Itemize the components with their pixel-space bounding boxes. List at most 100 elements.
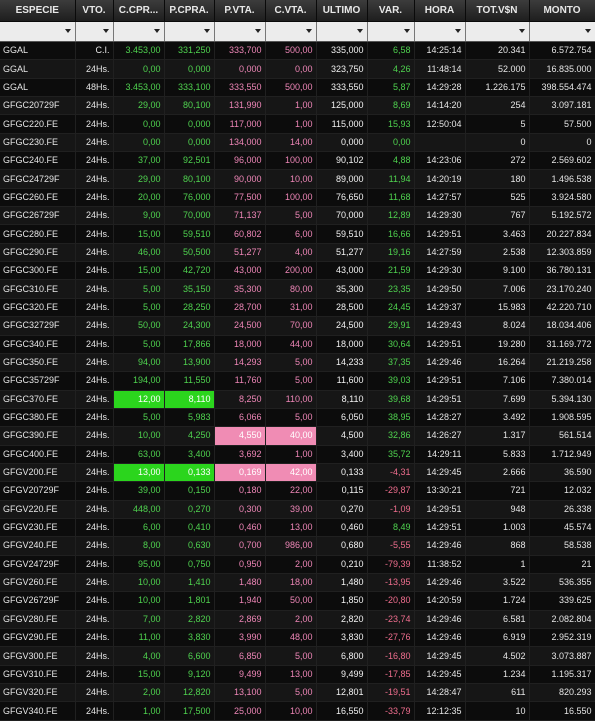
cell-cantidad-compra: 448,00 (113, 500, 165, 519)
table-row[interactable]: GGAL 48Hs. 3.453,00 333,100 333,550 500,00 333… (0, 78, 595, 98)
cell-variacion: -13,95 (367, 573, 415, 593)
cell-hora: 14:29:46 (414, 610, 466, 630)
cell-precio-compra: 9,120 (164, 665, 215, 685)
filter-cantidad-compra[interactable] (113, 21, 165, 42)
filter-vto[interactable] (75, 21, 114, 42)
filter-total-nominal[interactable] (465, 21, 530, 42)
cell-cantidad-venta: 4,00 (265, 243, 317, 263)
cell-monto: 1.496.538 (529, 169, 595, 189)
table-row[interactable]: GGAL 24Hs. 0,00 0,000 0,000 0,00 323,750 4,26 11… (0, 59, 595, 79)
cell-total-nominal: 7.006 (465, 279, 530, 299)
filter-hora[interactable] (414, 21, 466, 42)
cell-monto: 2.082.804 (529, 610, 595, 630)
cell-ultimo: 51,277 (316, 243, 368, 263)
table-row[interactable]: GFGV320.FE 24Hs. 2,00 12,820 13,100 5,00 12,80… (0, 683, 595, 703)
col-header-variacion[interactable]: VAR. (367, 0, 415, 22)
table-row[interactable]: GFGC380.FE 24Hs. 5,00 5,983 6,066 5,00 6,050 38… (0, 408, 595, 428)
cell-total-nominal: 5 (465, 114, 530, 134)
table-row[interactable]: GFGV230.FE 24Hs. 6,00 0,410 0,460 13,00 0,460 8… (0, 518, 595, 538)
filter-cantidad-venta[interactable] (265, 21, 317, 42)
table-row[interactable]: GFGV20729F 24Hs. 39,00 0,150 0,180 22,00 0,115… (0, 481, 595, 501)
col-header-total-nominal[interactable]: TOT.V$N (465, 0, 530, 22)
filter-precio-venta[interactable] (214, 21, 266, 42)
cell-especie: GFGC26729F (0, 206, 76, 226)
cell-vto: 24Hs. (75, 628, 114, 648)
table-row[interactable]: GFGC320.FE 24Hs. 5,00 28,250 28,700 31,00 28,5… (0, 298, 595, 318)
cell-cantidad-compra: 1,00 (113, 701, 165, 721)
cell-cantidad-venta: 1,00 (265, 445, 317, 464)
table-row[interactable]: GFGV24729F 24Hs. 95,00 0,750 0,950 2,00 0,210-… (0, 555, 595, 574)
cell-precio-venta: 18,000 (214, 335, 266, 354)
cell-ultimo: 89,000 (316, 169, 368, 189)
cell-precio-venta: 24,500 (214, 316, 266, 336)
table-row[interactable]: GFGC350.FE 24Hs. 94,00 13,900 14,293 5,00 14,2… (0, 353, 595, 373)
cell-precio-venta: 0,300 (214, 500, 266, 519)
filter-variacion[interactable] (367, 21, 415, 42)
table-row[interactable]: GFGC240.FE 24Hs. 37,00 92,501 96,000 100,00 90… (0, 151, 595, 171)
table-row[interactable]: GFGC26729F 24Hs. 9,00 70,000 71,137 5,00 70,00… (0, 206, 595, 226)
cell-precio-venta: 77,500 (214, 188, 266, 208)
table-row[interactable]: GFGC310.FE 24Hs. 5,00 35,150 35,300 80,00 35,3… (0, 279, 595, 299)
col-header-monto[interactable]: MONTO (529, 0, 595, 22)
col-header-hora[interactable]: HORA (414, 0, 466, 22)
table-row[interactable]: GFGC390.FE 24Hs. 10,00 4,250 4,550 40,00 4,500… (0, 426, 595, 446)
cell-hora: 14:20:19 (414, 169, 466, 189)
table-row[interactable]: GFGV290.FE 24Hs. 11,00 3,830 3,990 48,00 3,830… (0, 628, 595, 648)
table-row[interactable]: GFGC20729F 24Hs. 29,00 80,100 131,990 1,00 125… (0, 96, 595, 116)
cell-hora: 14:29:50 (414, 279, 466, 299)
table-row[interactable]: GFGC300.FE 24Hs. 15,00 42,720 43,000 200,00 43… (0, 261, 595, 281)
cell-cantidad-compra: 0,00 (113, 59, 165, 79)
cell-precio-compra: 35,150 (164, 279, 215, 299)
col-header-cantidad-compra[interactable]: C.CPR... (113, 0, 165, 22)
col-header-precio-compra[interactable]: P.CPRA. (164, 0, 215, 22)
table-row[interactable]: GFGV300.FE 24Hs. 4,00 6,600 6,850 5,00 6,800 -1… (0, 646, 595, 666)
table-row[interactable]: GFGC24729F 24Hs. 29,00 80,100 90,000 10,00 89,… (0, 169, 595, 189)
filter-especie[interactable] (0, 21, 76, 42)
table-row[interactable]: GFGV280.FE 24Hs. 7,00 2,820 2,869 2,00 2,820 -2… (0, 610, 595, 630)
cell-cantidad-venta: 18,00 (265, 573, 317, 593)
cell-total-nominal: 20.341 (465, 41, 530, 61)
table-row[interactable]: GFGV340.FE 24Hs. 1,00 17,500 25,000 10,00 16,5… (0, 701, 595, 721)
table-row[interactable]: GFGC260.FE 24Hs. 20,00 76,000 77,500 100,00 76… (0, 188, 595, 208)
cell-especie: GFGC320.FE (0, 298, 76, 318)
col-header-ultimo[interactable]: ULTIMO (316, 0, 368, 22)
table-row[interactable]: GFGV310.FE 24Hs. 15,00 9,120 9,499 13,00 9,499… (0, 665, 595, 685)
table-row[interactable]: GFGC280.FE 24Hs. 15,00 59,510 60,802 6,00 59,5… (0, 224, 595, 244)
col-header-cantidad-venta[interactable]: C.VTA. (265, 0, 317, 22)
cell-precio-compra: 4,250 (164, 426, 215, 446)
cell-vto: 24Hs. (75, 316, 114, 336)
cell-precio-venta: 333,550 (214, 78, 266, 98)
table-row[interactable]: GFGC340.FE 24Hs. 5,00 17,866 18,000 44,00 18,0… (0, 335, 595, 354)
table-row[interactable]: GFGV26729F 24Hs. 10,00 1,801 1,940 50,00 1,850… (0, 591, 595, 611)
cell-vto: 24Hs. (75, 463, 114, 483)
table-row[interactable]: GFGV260.FE 24Hs. 10,00 1,410 1,480 18,00 1,480… (0, 573, 595, 593)
cell-monto: 0 (529, 133, 595, 153)
table-row[interactable]: GFGC290.FE 24Hs. 46,00 50,500 51,277 4,00 51,2… (0, 243, 595, 263)
table-row[interactable]: GFGC220.FE 24Hs. 0,00 0,000 117,000 1,00 115,0… (0, 114, 595, 134)
table-row[interactable]: GFGV240.FE 24Hs. 8,00 0,630 0,700 986,00 0,680… (0, 536, 595, 556)
cell-cantidad-compra: 9,00 (113, 206, 165, 226)
col-header-especie[interactable]: ESPECIE (0, 0, 76, 22)
table-row[interactable]: GFGC400.FE 24Hs. 63,00 3,400 3,692 1,00 3,400 3… (0, 445, 595, 464)
col-header-precio-venta[interactable]: P.VTA. (214, 0, 266, 22)
table-row[interactable]: GFGC230.FE 24Hs. 0,00 0,000 134,000 14,00 0,00… (0, 133, 595, 153)
cell-hora: 11:38:52 (414, 555, 466, 574)
table-row[interactable]: GFGV220.FE 24Hs. 448,00 0,270 0,300 39,00 0,27… (0, 500, 595, 519)
filter-row (0, 21, 595, 42)
filter-precio-compra[interactable] (164, 21, 215, 42)
cell-vto: 24Hs. (75, 610, 114, 630)
filter-monto[interactable] (529, 21, 595, 42)
table-row[interactable]: GGAL C.I. 3.453,00 331,250 333,700 500,00 335,… (0, 41, 595, 61)
table-row[interactable]: GFGV200.FE 24Hs. 13,00 0,133 0,169 42,00 0,133… (0, 463, 595, 483)
cell-especie: GFGV240.FE (0, 536, 76, 556)
cell-variacion: 6,58 (367, 41, 415, 61)
table-row[interactable]: GFGC32729F 24Hs. 50,00 24,300 24,500 70,00 24,… (0, 316, 595, 336)
cell-ultimo: 43,000 (316, 261, 368, 281)
table-row[interactable]: GFGC35729F 24Hs. 194,00 11,550 11,760 5,00 11,… (0, 371, 595, 391)
cell-especie: GFGC280.FE (0, 224, 76, 244)
cell-variacion: 35,72 (367, 445, 415, 464)
col-header-vto[interactable]: VTO. (75, 0, 114, 22)
table-row[interactable]: GFGC370.FE 24Hs. 12,00 8,110 8,250 110,00 8,11… (0, 390, 595, 409)
cell-monto: 23.170.240 (529, 279, 595, 299)
filter-ultimo[interactable] (316, 21, 368, 42)
